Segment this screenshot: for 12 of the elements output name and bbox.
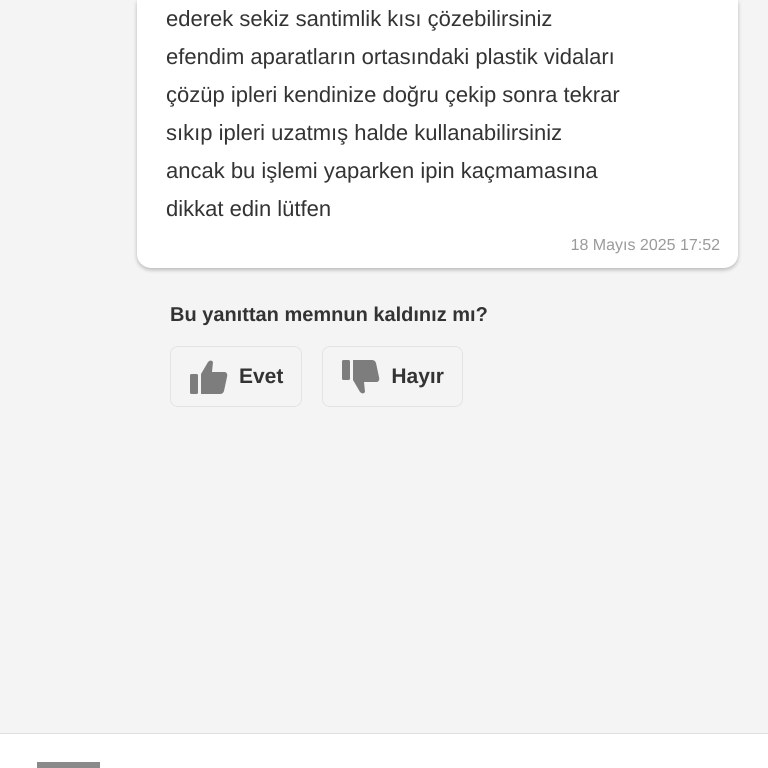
message-text: sıkıp ipleri uzatmış halde kullanabilirsiniz [166,119,564,147]
message-text: efendim aparatların ortasındaki plastik vidaları [166,43,616,71]
message-text: ederek sekiz santimlik kısı çözebilirsiniz [166,5,554,33]
thumbs-up-icon [189,358,229,394]
message-timestamp: 18 Mayıs 2025 17:52 [570,236,720,256]
message-text: ancak bu işlemi yaparken ipin kaçmamasına [166,157,599,185]
dislike-button[interactable]: Hayır [322,346,463,407]
like-button[interactable]: Evet [170,346,302,407]
message-text: dikkat edin lütfen [166,195,332,223]
feedback-question: Bu yanıttan memnun kaldınız mı? [170,303,489,328]
message-text: çözüp ipleri kendinize doğru çekip sonra tekrar [166,81,621,109]
thumbs-down-icon [341,358,382,394]
